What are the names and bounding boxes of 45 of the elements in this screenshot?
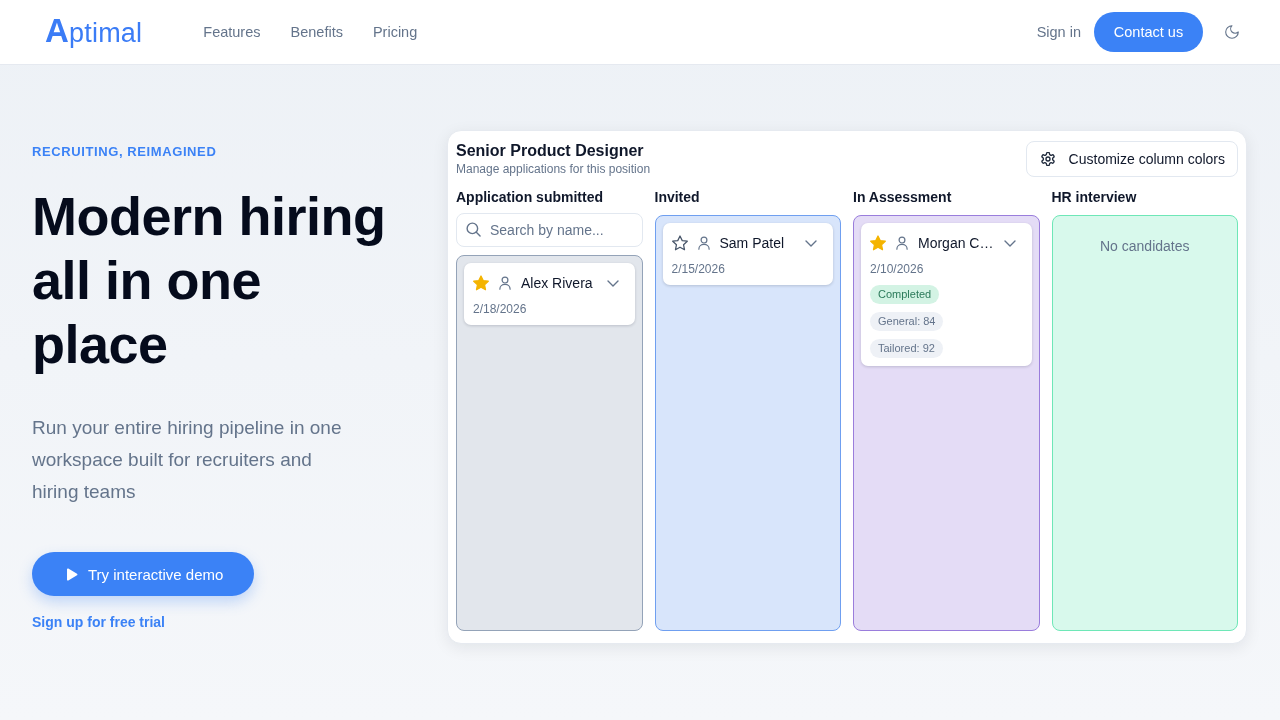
hero-heading: Modern hiring all in one place (32, 185, 387, 376)
candidate-name: Morgan C… (918, 235, 995, 251)
play-icon (66, 567, 78, 581)
board-subtitle: Manage applications for this position (456, 161, 651, 177)
empty-state-text: No candidates (1099, 237, 1191, 256)
application-date: 2/15/2026 (671, 261, 726, 277)
candidate-card[interactable]: Sam Patel 2/15/2026 (662, 223, 833, 285)
customize-colors-button[interactable]: Customize column colors (1025, 141, 1238, 177)
application-date: 2/18/2026 (473, 301, 528, 317)
free-trial-link[interactable]: Sign up for free trial (32, 612, 165, 632)
sign-in-link[interactable]: Sign in (1036, 24, 1081, 40)
chevron-down-icon[interactable] (805, 239, 817, 247)
settings-icon (1040, 152, 1055, 166)
contact-button[interactable]: Contact us (1094, 12, 1203, 52)
star-icon[interactable] (870, 235, 886, 251)
moon-icon[interactable] (1225, 25, 1239, 39)
column-heading: Application submitted (456, 188, 604, 207)
star-icon[interactable] (473, 275, 489, 291)
search-icon (466, 222, 481, 237)
hero-description: Run your entire hiring pipeline in one workspace built for recruiters and hiring teams (32, 416, 343, 504)
candidate-name: Alex Rivera (521, 275, 594, 291)
person-icon (896, 236, 908, 250)
chevron-down-icon[interactable] (606, 279, 619, 287)
eyebrow-text: RECRUITING, REIMAGINED (32, 144, 217, 160)
board-title: Senior Product Designer (456, 141, 645, 161)
star-icon[interactable] (671, 235, 688, 251)
logo[interactable]: Aptimal (45, 14, 143, 50)
score-tag: General: 84 (870, 312, 944, 331)
candidate-card[interactable]: Morgan C… 2/10/2026 Completed General: 84 Tailored: 92 (861, 223, 1032, 366)
nav-link[interactable]: Features (203, 24, 261, 40)
search-field[interactable]: Search by name... (456, 213, 643, 247)
nav-link[interactable]: Pricing (372, 24, 418, 40)
demo-button[interactable]: Try interactive demo (32, 552, 254, 596)
column-heading: In Assessment (853, 188, 953, 207)
candidate-card[interactable]: Alex Rivera 2/18/2026 (464, 263, 635, 325)
column-heading: Invited (654, 188, 701, 207)
status-tag: Completed (870, 285, 940, 304)
candidate-name: Sam Patel (719, 235, 786, 251)
application-date: 2/10/2026 (870, 261, 925, 277)
person-icon (697, 236, 710, 250)
nav-link[interactable]: Benefits (290, 24, 343, 40)
column-heading: HR interview (1051, 188, 1138, 207)
person-icon (499, 276, 511, 290)
chevron-down-icon[interactable] (1003, 239, 1016, 247)
score-tag: Tailored: 92 (870, 339, 943, 358)
